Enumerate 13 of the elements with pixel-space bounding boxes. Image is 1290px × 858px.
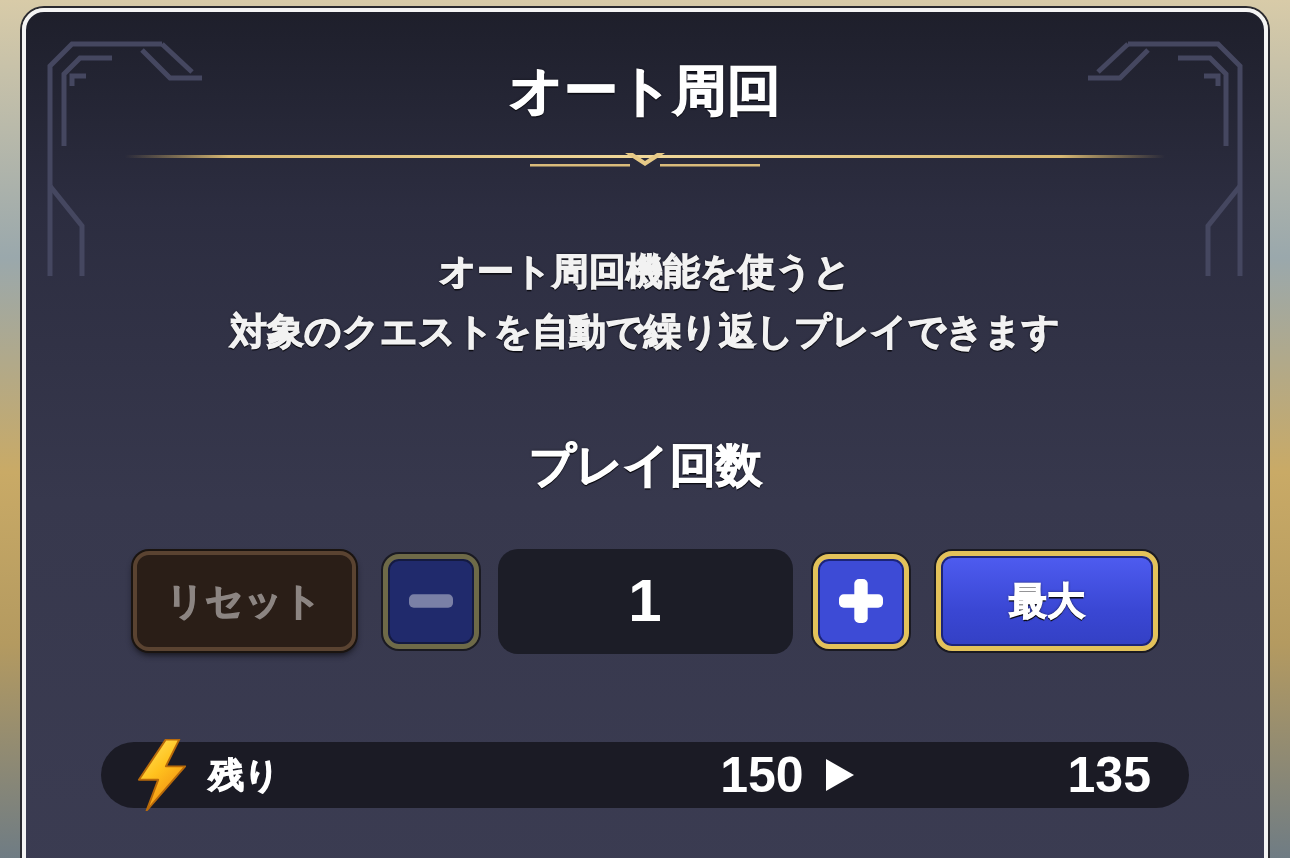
lightning-bolt-icon	[137, 739, 187, 811]
stamina-after: 135	[1067, 746, 1151, 805]
minus-icon	[408, 594, 453, 608]
description-text: オート周回機能を使うと 対象のクエストを自動で繰り返しプレイできます	[230, 250, 1060, 354]
count-field: 1	[497, 548, 793, 654]
right-arrow-icon	[825, 759, 854, 791]
stamina-label: 残り	[209, 753, 280, 796]
play-count-label: プレイ回数	[528, 438, 762, 493]
plus-icon	[838, 579, 883, 623]
stamina-current: 150	[720, 746, 804, 805]
dialog-title: オート周回	[509, 62, 781, 118]
max-button[interactable]: 最大	[935, 551, 1158, 651]
increment-button[interactable]	[812, 553, 909, 649]
